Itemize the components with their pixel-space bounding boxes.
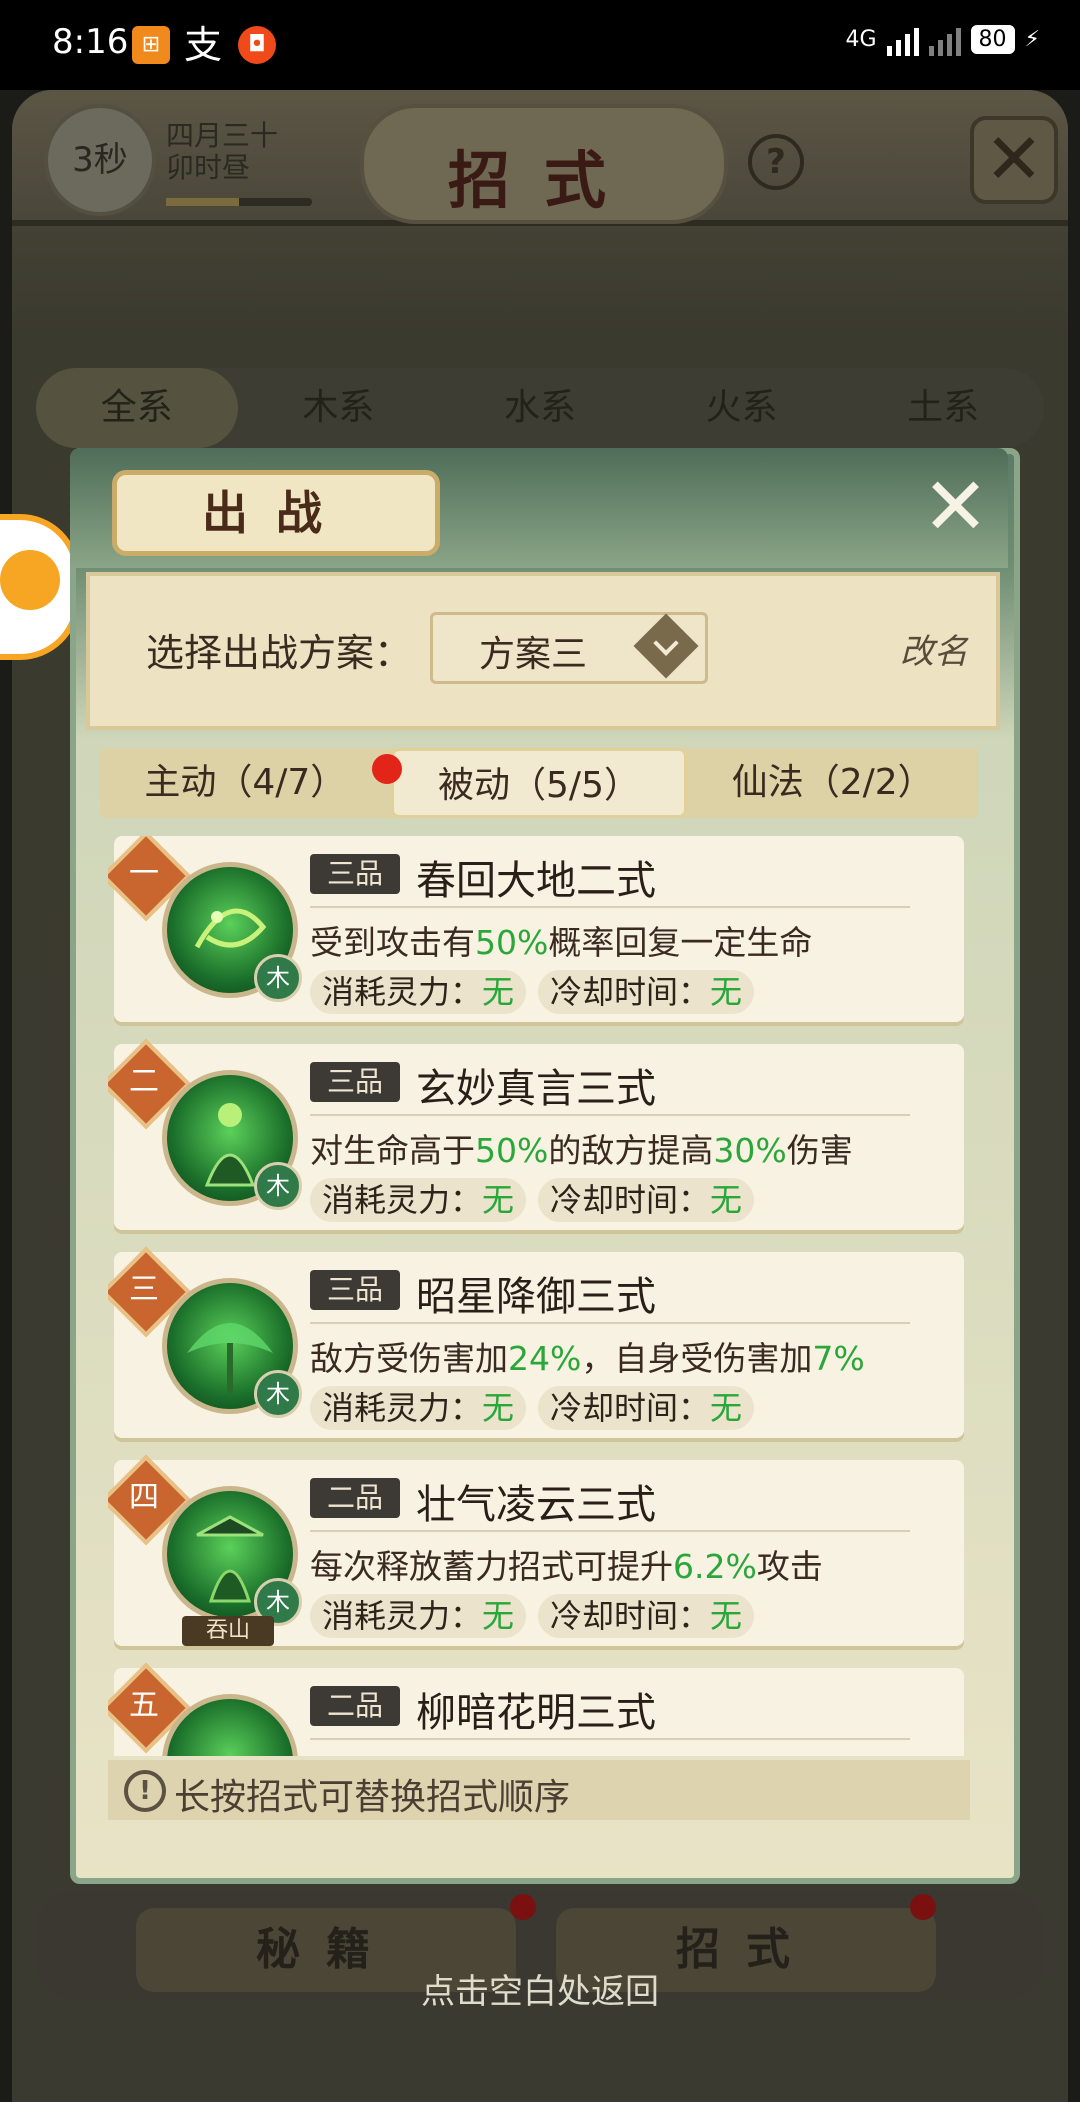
skill-card[interactable]: 四 木 吞山 二品 壮气凌云三式 每次释放蓄力招式可提升6.2%攻击 消耗灵力：… [108, 1454, 964, 1646]
notification-dot [372, 754, 402, 784]
notification-dot [910, 1894, 936, 1920]
grade-badge: 二品 [310, 1686, 400, 1726]
alipay-icon: 支 [184, 23, 223, 67]
skill-type-tabs: 主动（4/7） 被动（5/5） 仙法（2/2） [100, 748, 978, 818]
skill-name: 昭星降御三式 [416, 1274, 656, 1320]
battle-modal: 出战 ✕ 选择出战方案： 方案三 改名 主动（4/7） 被动（5/5） 仙法（2… [70, 448, 1020, 1884]
skill-description: 受到攻击有50%概率回复一定生命 [310, 923, 813, 962]
skill-name: 柳暗花明三式 [416, 1690, 656, 1736]
return-hint: 点击空白处返回 [421, 1972, 659, 2012]
skill-description: 敌方受伤害加24%，自身受伤害加7% [310, 1339, 865, 1378]
skill-card[interactable]: 二 木 三品 玄妙真言三式 对生命高于50%的敌方提高30%伤害 消耗灵力：无 … [108, 1038, 964, 1230]
cost-stat: 消耗灵力：无 [310, 1386, 527, 1430]
status-time: 8:16 [52, 22, 129, 62]
scheme-value: 方案三 [479, 634, 588, 675]
battery-icon: 80 [970, 24, 1015, 54]
divider [310, 1530, 910, 1532]
wood-element-badge: 木 [254, 954, 302, 1002]
grade-badge: 三品 [310, 854, 400, 894]
scheme-label: 选择出战方案： [146, 631, 413, 675]
tab-all[interactable]: 全系 [36, 368, 238, 448]
divider [310, 1738, 910, 1740]
tab-water[interactable]: 水系 [439, 368, 641, 448]
tab-immortal-arts[interactable]: 仙法（2/2） [687, 748, 978, 818]
page-title: 招式 [447, 144, 640, 217]
hint-bar: ! 长按招式可替换招式顺序 [108, 1760, 970, 1820]
tunshan-tag: 吞山 [182, 1616, 274, 1646]
cost-stat: 消耗灵力：无 [310, 970, 527, 1014]
timer-badge: 3秒 [44, 104, 156, 216]
tab-wood[interactable]: 木系 [238, 368, 440, 448]
skill-name: 壮气凌云三式 [416, 1482, 656, 1528]
grade-badge: 二品 [310, 1478, 400, 1518]
rank-number: 二 [129, 1064, 159, 1099]
element-tabs: 全系 木系 水系 火系 土系 [36, 368, 1044, 448]
divider [310, 1114, 910, 1116]
scheme-select[interactable]: 方案三 [430, 612, 708, 684]
rank-number: 一 [129, 856, 159, 891]
signal-icon-2 [928, 22, 961, 56]
grade-badge: 三品 [310, 1270, 400, 1310]
close-icon[interactable]: ✕ [922, 467, 989, 547]
modal-title: 出战 [112, 470, 440, 556]
cooldown-stat: 冷却时间：无 [538, 970, 755, 1014]
tab-earth[interactable]: 土系 [842, 368, 1044, 448]
app-notification-icon-2: ◘ [238, 26, 276, 64]
status-bar: 8:16 ⊞ 支 ◘ 4G 80 ⚡ [0, 0, 1080, 90]
tab-active-skills[interactable]: 主动（4/7） [100, 748, 391, 818]
divider [310, 906, 910, 908]
network-type: 4G [845, 26, 877, 52]
time-progress [166, 198, 312, 206]
cooldown-stat: 冷却时间：无 [538, 1178, 755, 1222]
help-icon[interactable]: ? [748, 134, 804, 190]
page-title-plate: 招式 [360, 104, 728, 224]
notification-dot [510, 1894, 536, 1920]
tab-passive-skills[interactable]: 被动（5/5） [390, 748, 688, 818]
cooldown-stat: 冷却时间：无 [538, 1594, 755, 1638]
rank-number: 四 [129, 1480, 159, 1515]
cost-stat: 消耗灵力：无 [310, 1594, 527, 1638]
chevron-down-icon [633, 613, 699, 679]
skill-card[interactable]: 五 二品 柳暗花明三式 [108, 1662, 964, 1756]
skill-name: 春回大地二式 [416, 858, 656, 904]
scheme-row: 选择出战方案： 方案三 改名 [86, 572, 1000, 730]
wood-element-badge: 木 [254, 1162, 302, 1210]
tab-fire[interactable]: 火系 [641, 368, 843, 448]
skill-card[interactable]: 三 木 三品 昭星降御三式 敌方受伤害加24%，自身受伤害加7% 消耗灵力：无 … [108, 1246, 964, 1438]
status-indicators: 4G 80 ⚡ [845, 22, 1040, 56]
divider [310, 1322, 910, 1324]
close-icon[interactable]: ✕ [970, 116, 1058, 204]
skill-list[interactable]: 一 木 三品 春回大地二式 受到攻击有50%概率回复一定生命 消耗灵力：无 冷却… [108, 836, 970, 1756]
cost-stat: 消耗灵力：无 [310, 1178, 527, 1222]
game-date: 四月三十 卯时昼 [166, 120, 278, 184]
skill-name: 玄妙真言三式 [416, 1066, 656, 1112]
rename-button[interactable]: 改名 [888, 606, 980, 698]
skill-card[interactable]: 一 木 三品 春回大地二式 受到攻击有50%概率回复一定生命 消耗灵力：无 冷却… [108, 836, 964, 1022]
skill-description: 每次释放蓄力招式可提升6.2%攻击 [310, 1547, 823, 1586]
grade-badge: 三品 [310, 1062, 400, 1102]
exclamation-icon: ! [124, 1770, 166, 1812]
app-notification-icon: ⊞ [132, 26, 170, 64]
charging-icon: ⚡ [1024, 26, 1040, 52]
wood-element-badge: 木 [254, 1370, 302, 1418]
skill-description: 对生命高于50%的敌方提高30%伤害 [310, 1131, 853, 1170]
hint-text: 长按招式可替换招式顺序 [174, 1777, 571, 1818]
rank-number: 五 [129, 1688, 159, 1723]
date-line-1: 四月三十 [166, 119, 279, 152]
cooldown-stat: 冷却时间：无 [538, 1386, 755, 1430]
signal-icon [886, 22, 919, 56]
rank-number: 三 [129, 1272, 159, 1307]
date-line-2: 卯时昼 [166, 151, 251, 184]
